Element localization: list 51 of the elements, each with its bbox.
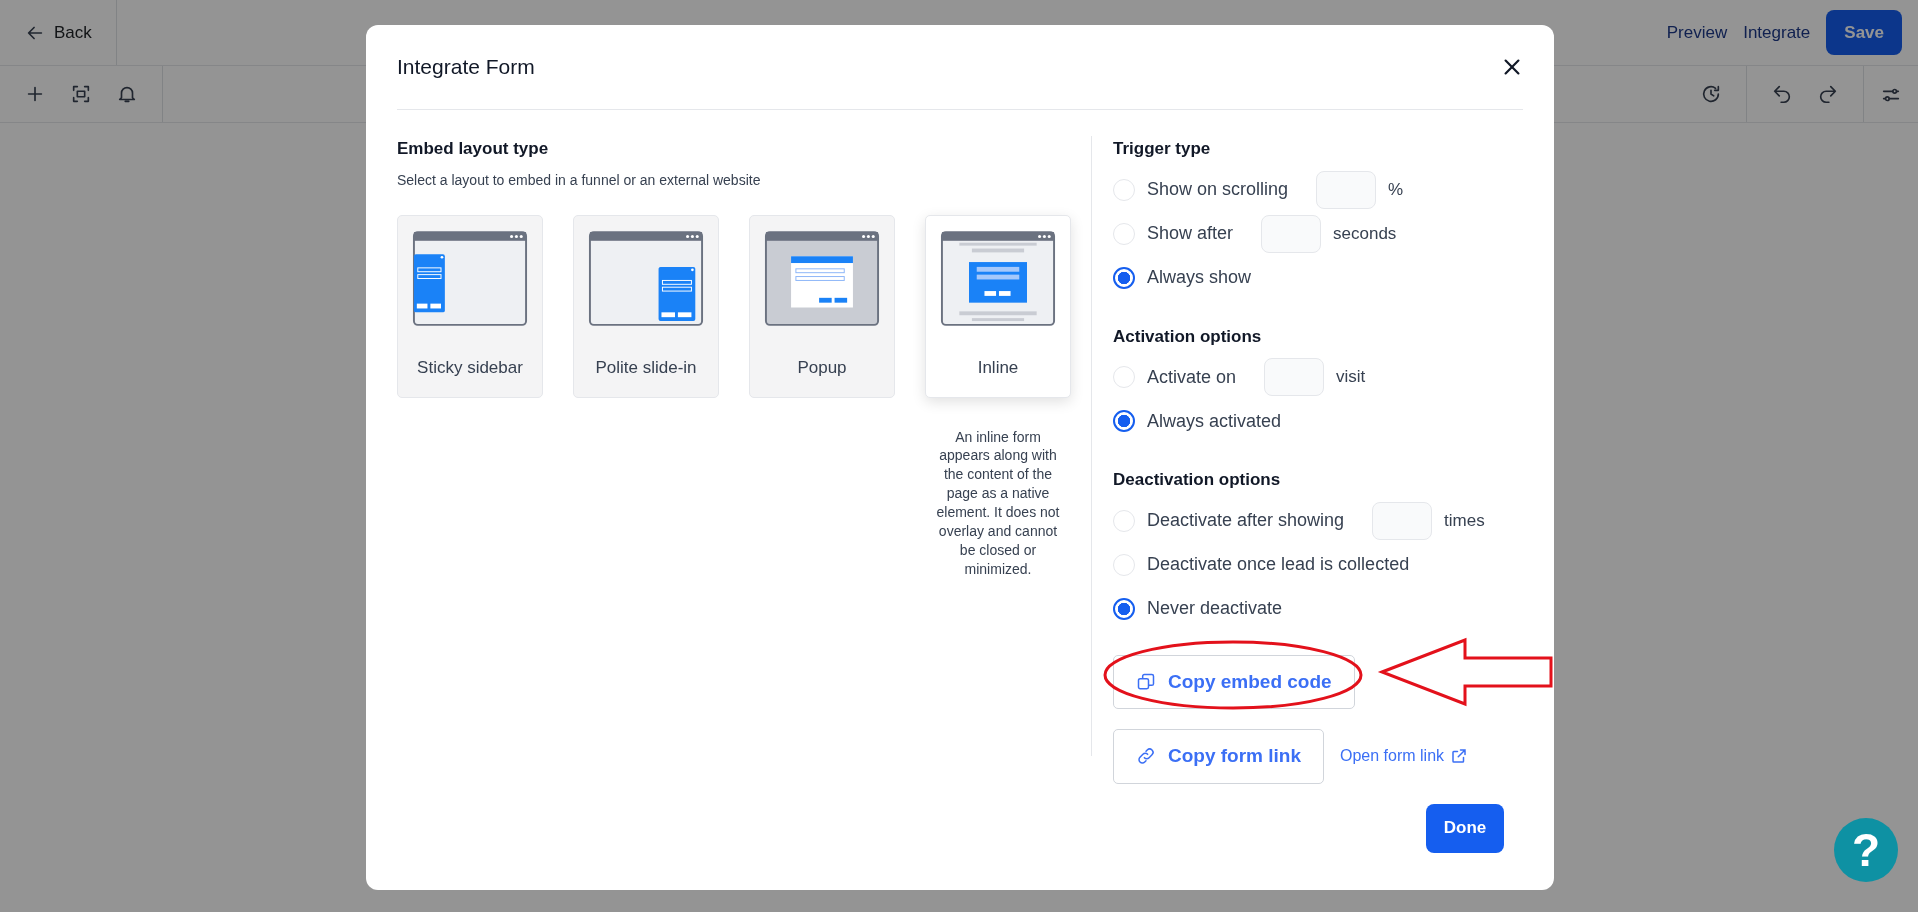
copy-icon [1136,671,1156,692]
unit-label: visit [1336,366,1366,389]
preview-link[interactable]: Preview [1666,19,1728,46]
option-label: Show after [1147,222,1234,245]
layout-option-card[interactable]: Sticky sidebar [397,214,543,398]
option-label: Show on scrolling [1147,178,1289,201]
radio-button[interactable] [1113,410,1135,432]
help-button[interactable]: ? [1834,818,1898,882]
external-link-icon [1450,747,1469,766]
layout-label: Inline [977,356,1019,379]
option-label: Always activated [1147,409,1282,433]
copy-form-link-button[interactable]: Copy form link [1113,729,1324,784]
layout-option-card[interactable]: Popup [749,214,895,398]
layout-label: Sticky sidebar [417,356,523,379]
close-icon[interactable] [1501,56,1523,78]
layout-description: An inline form appears along with the content of the page as a native element. It does not overlay and cannot be closed or minimized. [935,427,1061,579]
open-form-link[interactable]: Open form link [1340,744,1469,769]
undo-icon[interactable] [1771,83,1793,105]
unit-label: seconds [1333,222,1397,245]
option-label: Activate on [1147,365,1237,389]
option-label: Deactivate after showing [1147,509,1345,532]
radio-button[interactable] [1113,266,1135,289]
number-input-field[interactable] [1264,358,1325,396]
option-label: Never deactivate [1147,597,1283,620]
layout-option-card[interactable]: Inline [925,214,1071,398]
done-button[interactable]: Done [1426,803,1504,853]
scan-icon[interactable] [70,83,92,105]
section-title: Deactivation options [1113,469,1282,491]
number-input-field[interactable] [1316,170,1377,209]
unit-label: % [1388,178,1404,201]
integrate-link[interactable]: Integrate [1743,19,1811,46]
option-label: Always show [1147,266,1252,289]
layout-label: Popup [797,356,847,379]
option-label: Deactivate once lead is collected [1147,553,1410,576]
dialog-title: Integrate Form [397,54,535,81]
layout-label: Polite slide-in [595,356,697,379]
section-subtitle: Select a layout to embed in a funnel or an external website [397,170,762,190]
layout-option-card[interactable]: Polite slide-in [573,214,719,398]
radio-button[interactable] [1113,597,1135,620]
save-button[interactable]: Save [1826,9,1902,56]
number-input-field[interactable] [1372,501,1433,540]
history-icon[interactable] [1700,83,1722,105]
section-title: Embed layout type [397,138,550,160]
link-icon [1136,746,1156,767]
back-button[interactable]: Back [0,0,117,65]
section-title: Activation options [1113,325,1263,348]
unit-label: times [1444,509,1485,532]
redo-icon[interactable] [1817,83,1839,105]
section-title: Trigger type [1113,138,1212,160]
number-input-field[interactable] [1261,214,1322,253]
copy-embed-code-button[interactable]: Copy embed code [1113,654,1355,709]
